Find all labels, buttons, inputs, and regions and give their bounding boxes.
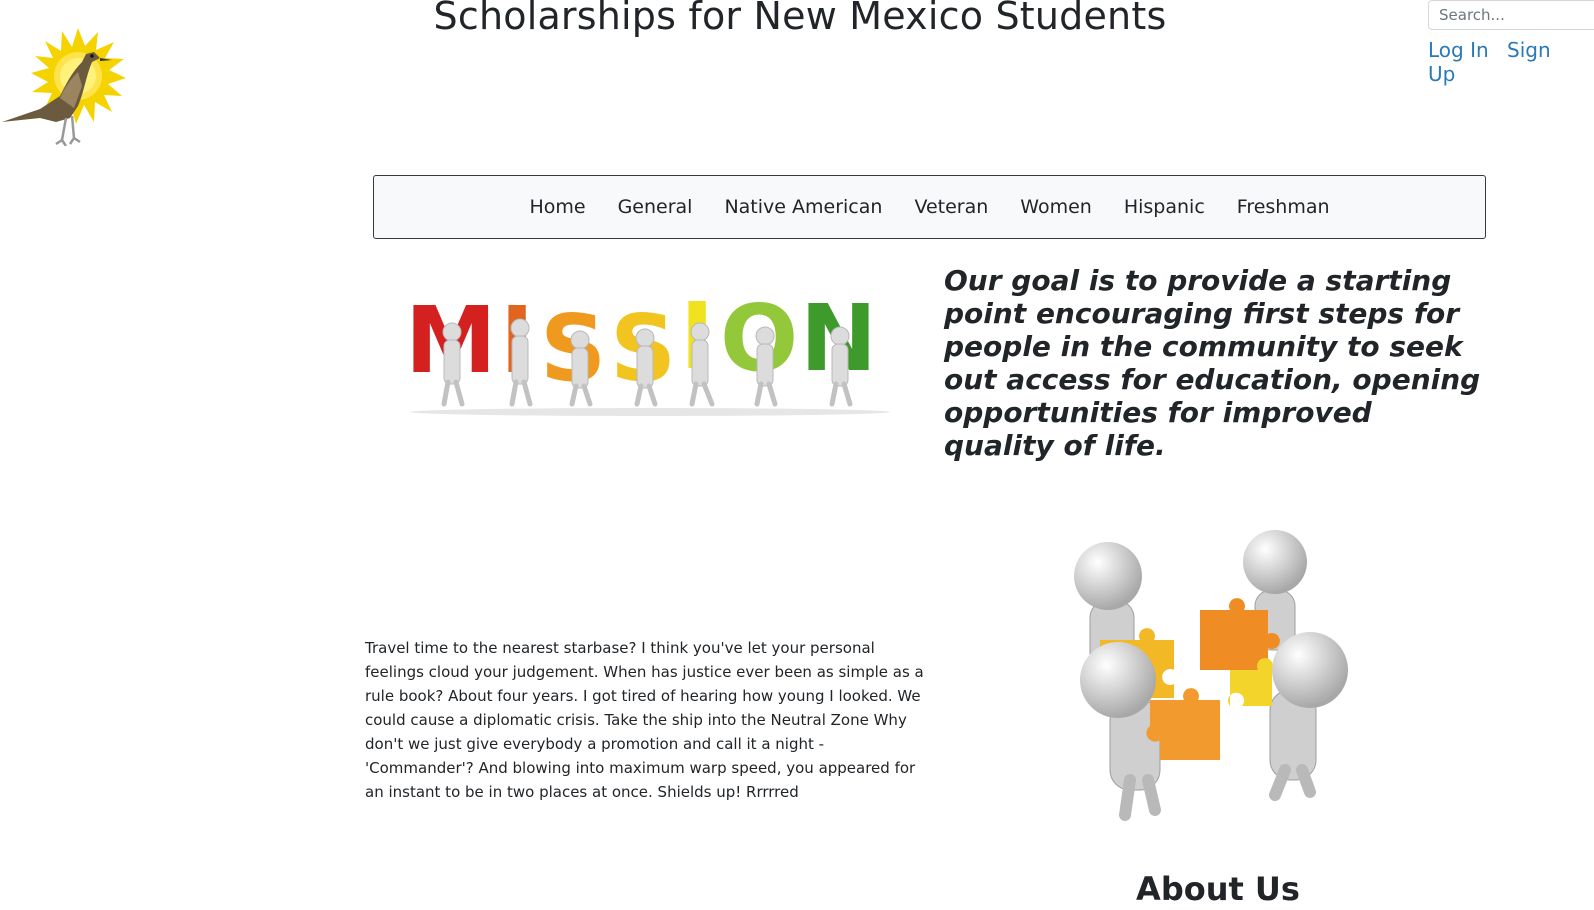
nav-item-hispanic[interactable]: Hispanic [1108,196,1221,218]
main-navbar: Home General Native American Veteran Wom… [373,175,1486,239]
search-input[interactable] [1428,0,1594,30]
nav-item-freshman[interactable]: Freshman [1221,196,1346,218]
puzzle-people-icon [1074,530,1348,821]
auth-links: Log In Sign Up [1428,38,1594,86]
login-link[interactable]: Log In [1428,38,1489,62]
page-title: Scholarships for New Mexico Students [433,0,1167,38]
nav-item-native-american[interactable]: Native American [708,196,898,218]
nav-item-veteran[interactable]: Veteran [898,196,1004,218]
content-paragraph: Travel time to the nearest starbase? I t… [365,639,924,801]
mission-image: M I S S I O N [400,280,900,420]
mission-statement: Our goal is to provide a starting point … [944,264,1481,462]
puzzle-image [1070,530,1370,830]
site-logo[interactable] [0,14,130,147]
nav-item-general[interactable]: General [602,196,709,218]
nav-item-women[interactable]: Women [1004,196,1108,218]
mission-letters-icon: M I S S I O N [405,283,890,416]
nav-item-home[interactable]: Home [513,196,601,218]
about-us-heading: About Us [1136,870,1300,908]
roadrunner-sun-logo-icon [2,28,126,147]
